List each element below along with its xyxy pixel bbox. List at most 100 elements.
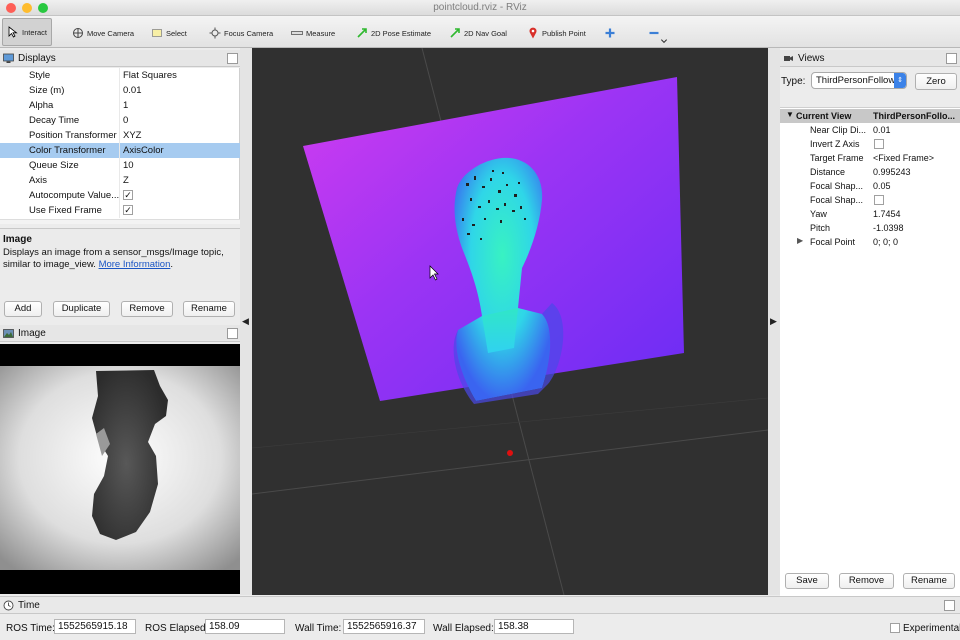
select-tool[interactable]: Select [151,24,187,42]
left-dock-splitter[interactable]: ◀ [240,48,252,595]
property-name: Focal Shap... [810,195,864,205]
toolbar-menu-button[interactable] [660,36,668,46]
green-arrow-icon [357,28,367,38]
move-camera-tool[interactable]: Move Camera [72,24,134,42]
use-fixed-frame-checkbox[interactable]: ✓ [123,205,133,215]
property-row-autocompute[interactable]: Autocompute Value... ✓ [0,188,240,203]
property-row-queue-size[interactable]: Queue Size 10 [0,158,240,173]
clock-icon [3,600,14,610]
property-value: 1 [123,100,129,111]
origin-marker [507,450,513,456]
measure-label: Measure [306,28,336,38]
horizontal-scrollbar[interactable] [0,219,240,224]
view-property-focal-shape-size[interactable]: Focal Shap... 0.05 [780,179,960,193]
views-float-button[interactable] [946,53,957,64]
view-property-yaw[interactable]: Yaw 1.7454 [780,207,960,221]
view-type-select[interactable]: ThirdPersonFollow ⇕ [811,72,907,89]
property-value: 0.01 [873,125,891,135]
view-property-focal-shape-fixed[interactable]: Focal Shap... [780,193,960,207]
experimental-checkbox[interactable] [890,623,900,633]
property-row-style[interactable]: Style Flat Squares [0,68,240,83]
title-bar: pointcloud.rviz - RViz [0,0,960,16]
property-name: Autocompute Value... [29,190,120,201]
property-name: Invert Z Axis [810,139,860,149]
view-property-invert-z[interactable]: Invert Z Axis [780,137,960,151]
measure-tool[interactable]: Measure [291,24,335,42]
description-title: Image [3,234,32,245]
views-panel-header: Views [780,50,960,67]
select-icon [152,29,162,37]
plus-icon [605,28,615,38]
image-float-button[interactable] [227,328,238,339]
property-row-position-transformer[interactable]: Position Transformer XYZ [0,128,240,143]
view-property-target-frame[interactable]: Target Frame <Fixed Frame> [780,151,960,165]
nav-goal-tool[interactable]: 2D Nav Goal [449,24,507,42]
invert-z-checkbox[interactable] [874,139,884,149]
property-name: Target Frame [810,153,864,163]
property-row-size[interactable]: Size (m) 0.01 [0,83,240,98]
save-view-button[interactable]: Save [785,573,829,589]
description-text-block: Displays an image from a sensor_msgs/Ima… [3,247,237,271]
wall-time-field[interactable]: 1552565916.37 [343,619,425,634]
views-title: Views [798,52,825,64]
property-name: Style [29,70,51,81]
duplicate-display-button[interactable]: Duplicate [53,301,110,317]
publish-point-label: Publish Point [542,28,586,38]
publish-point-tool[interactable]: Publish Point [527,24,586,42]
render-viewport[interactable] [252,48,768,595]
property-row-axis[interactable]: Axis Z [0,173,240,188]
property-name: Queue Size [29,160,79,171]
property-name: Yaw [810,209,827,219]
views-panel: Views Type: ThirdPersonFollow ⇕ Zero ▼ C… [780,48,960,617]
add-tool-button[interactable] [604,24,616,42]
zero-button[interactable]: Zero [915,73,957,90]
property-name: Distance [810,167,846,177]
property-value: XYZ [123,130,142,141]
view-property-distance[interactable]: Distance 0.995243 [780,165,960,179]
current-view-row[interactable]: ▼ Current View ThirdPersonFollo... [780,109,960,123]
time-float-button[interactable] [944,600,955,611]
property-row-color-transformer[interactable]: Color Transformer AxisColor [0,143,240,158]
chevron-down-icon [660,39,668,44]
interact-tool[interactable]: Interact [2,18,53,46]
displays-title: Displays [18,52,56,64]
ros-elapsed-field[interactable]: 158.09 [205,619,285,634]
more-information-link[interactable]: More Information [99,259,171,270]
property-value: 0; 0; 0 [873,237,899,247]
interact-label: Interact [22,27,48,37]
remove-view-button[interactable]: Remove [839,573,894,589]
collapse-right-icon[interactable]: ▶ [770,316,777,327]
move-camera-label: Move Camera [87,28,135,38]
image-icon [3,328,14,338]
property-value: 0.995243 [873,167,911,177]
displays-property-tree: Style Flat Squares Size (m) 0.01 Alpha 1 De… [0,68,240,224]
pose-estimate-tool[interactable]: 2D Pose Estimate [356,24,431,42]
expanded-arrow-icon[interactable]: ▼ [786,110,794,119]
property-description: Image Displays an image from a sensor_ms… [0,228,240,290]
focal-shape-fixed-checkbox[interactable] [874,195,884,205]
add-display-button[interactable]: Add [4,301,42,317]
autocompute-checkbox[interactable]: ✓ [123,190,133,200]
rename-display-button[interactable]: Rename [183,301,235,317]
minus-icon [649,31,659,35]
remove-display-button[interactable]: Remove [121,301,173,317]
view-property-near-clip[interactable]: Near Clip Di... 0.01 [780,123,960,137]
right-dock-splitter[interactable]: ▶ [768,48,780,595]
wall-elapsed-field[interactable]: 158.38 [494,619,574,634]
view-property-focal-point[interactable]: ▶ Focal Point 0; 0; 0 [780,235,960,249]
property-value: 0.05 [873,181,891,191]
property-value: AxisColor [123,145,164,156]
image-view [0,344,240,594]
property-name: Near Clip Di... [810,125,867,135]
rename-view-button[interactable]: Rename [903,573,955,589]
collapsed-arrow-icon[interactable]: ▶ [797,236,803,245]
property-row-use-fixed-frame[interactable]: Use Fixed Frame ✓ [0,203,240,218]
remove-tool-button[interactable] [648,24,660,42]
collapse-left-icon[interactable]: ◀ [242,316,249,327]
view-property-pitch[interactable]: Pitch -1.0398 [780,221,960,235]
displays-float-button[interactable] [227,53,238,64]
property-row-alpha[interactable]: Alpha 1 [0,98,240,113]
focus-camera-tool[interactable]: Focus Camera [209,24,273,42]
ros-time-field[interactable]: 1552565915.18 [54,619,136,634]
property-row-decay-time[interactable]: Decay Time 0 [0,113,240,128]
